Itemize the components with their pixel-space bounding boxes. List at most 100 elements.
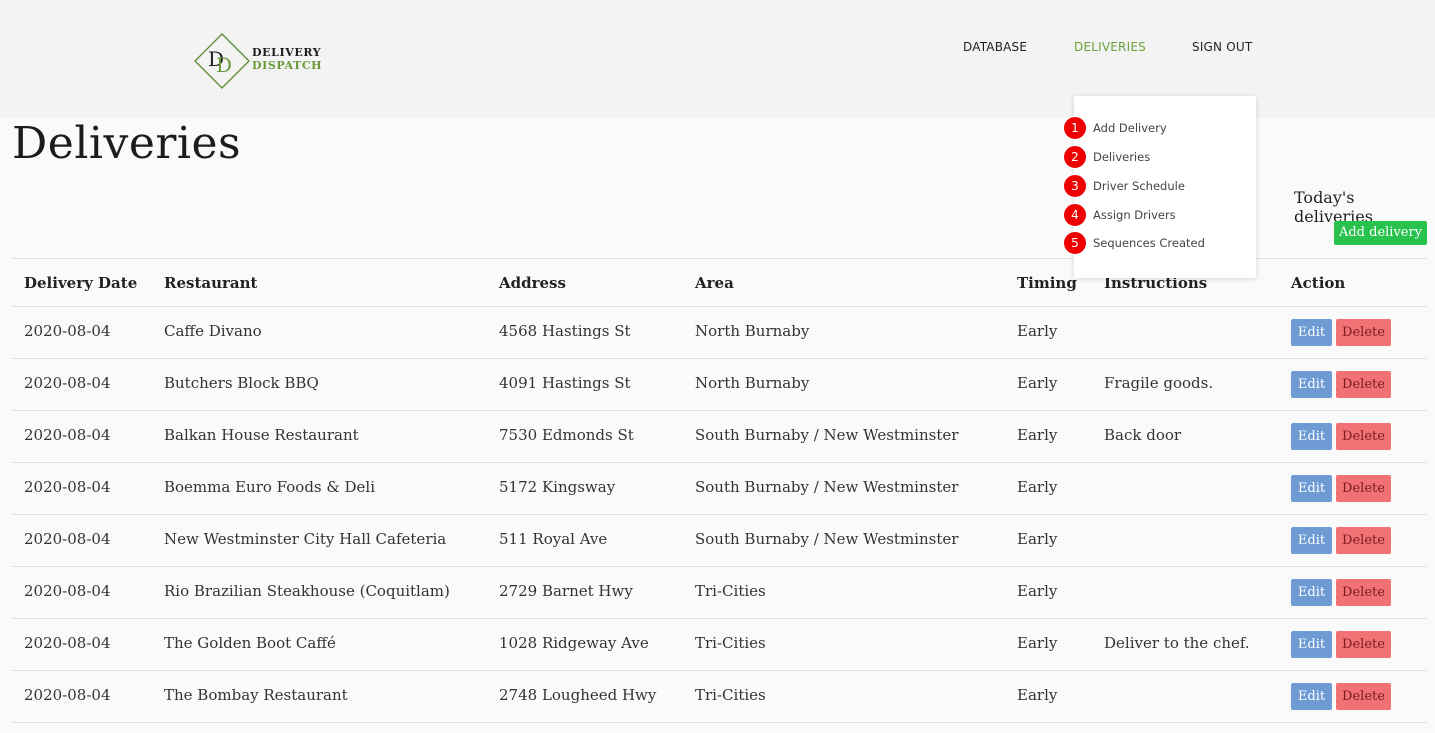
- number-badge: 3: [1063, 174, 1087, 198]
- cell-timing: Early: [1017, 426, 1058, 444]
- delete-button[interactable]: Delete: [1336, 475, 1391, 502]
- cell-restaurant: Rio Brazilian Steakhouse (Coquitlam): [164, 582, 450, 600]
- edit-button[interactable]: Edit: [1291, 475, 1332, 502]
- edit-button[interactable]: Edit: [1291, 683, 1332, 710]
- menu-item-deliveries[interactable]: 2 Deliveries: [1063, 144, 1256, 170]
- delete-button[interactable]: Delete: [1336, 319, 1391, 346]
- nav-sign-out[interactable]: SIGN OUT: [1192, 40, 1252, 54]
- cell-area: Tri-Cities: [695, 634, 766, 652]
- delete-button[interactable]: Delete: [1336, 631, 1391, 658]
- page-title: Deliveries: [12, 118, 242, 169]
- cell-date: 2020-08-04: [24, 478, 111, 496]
- menu-item-label: Deliveries: [1093, 150, 1151, 164]
- cell-address: 5172 Kingsway: [499, 478, 616, 496]
- cell-restaurant: The Golden Boot Caffé: [164, 634, 336, 652]
- cell-area: South Burnaby / New Westminster: [695, 530, 959, 548]
- table-row: 2020-08-04 The Bombay Restaurant 2748 Lo…: [12, 671, 1427, 723]
- menu-item-label: Add Delivery: [1093, 121, 1167, 135]
- cell-date: 2020-08-04: [24, 374, 111, 392]
- cell-timing: Early: [1017, 686, 1058, 704]
- cell-date: 2020-08-04: [24, 686, 111, 704]
- delete-button[interactable]: Delete: [1336, 423, 1391, 450]
- menu-item-label: Sequences Created: [1093, 236, 1205, 250]
- cell-address: 4568 Hastings St: [499, 322, 631, 340]
- cell-address: 7530 Edmonds St: [499, 426, 634, 444]
- col-header-address: Address: [499, 274, 566, 292]
- cell-address: 2748 Lougheed Hwy: [499, 686, 657, 704]
- cell-restaurant: Balkan House Restaurant: [164, 426, 359, 444]
- number-badge: 5: [1063, 231, 1087, 255]
- cell-date: 2020-08-04: [24, 530, 111, 548]
- cell-area: Tri-Cities: [695, 686, 766, 704]
- cell-instructions: Fragile goods.: [1104, 374, 1214, 392]
- table-row: 2020-08-04 Rio Brazilian Steakhouse (Coq…: [12, 567, 1427, 619]
- edit-button[interactable]: Edit: [1291, 527, 1332, 554]
- delete-button[interactable]: Delete: [1336, 371, 1391, 398]
- cell-date: 2020-08-04: [24, 634, 111, 652]
- cell-instructions: Deliver to the chef.: [1104, 634, 1250, 652]
- cell-timing: Early: [1017, 374, 1058, 392]
- table-row: 2020-08-04 The Golden Boot Caffé 1028 Ri…: [12, 619, 1427, 671]
- menu-item-assign-drivers[interactable]: 4 Assign Drivers: [1063, 202, 1256, 228]
- col-header-area: Area: [695, 274, 734, 292]
- svg-text:D: D: [216, 53, 232, 77]
- cell-area: South Burnaby / New Westminster: [695, 426, 959, 444]
- brand-logo[interactable]: D D DELIVERY DISPATCH: [194, 33, 324, 89]
- cell-timing: Early: [1017, 582, 1058, 600]
- cell-address: 4091 Hastings St: [499, 374, 631, 392]
- number-badge: 2: [1063, 145, 1087, 169]
- cell-area: North Burnaby: [695, 374, 810, 392]
- table-row: 2020-08-04 Butchers Block BBQ 4091 Hasti…: [12, 359, 1427, 411]
- brand-line-2: DISPATCH: [252, 59, 323, 72]
- cell-restaurant: Boemma Euro Foods & Deli: [164, 478, 376, 496]
- delete-button[interactable]: Delete: [1336, 527, 1391, 554]
- number-badge: 4: [1063, 203, 1087, 227]
- logo-diamond-icon: D D: [194, 33, 250, 89]
- menu-item-driver-schedule[interactable]: 3 Driver Schedule: [1063, 173, 1256, 199]
- edit-button[interactable]: Edit: [1291, 319, 1332, 346]
- brand-wordmark: DELIVERY DISPATCH: [252, 46, 322, 72]
- deliveries-table: Delivery Date Restaurant Address Area Ti…: [12, 258, 1427, 723]
- menu-item-sequences-created[interactable]: 5 Sequences Created: [1063, 230, 1256, 256]
- cell-address: 2729 Barnet Hwy: [499, 582, 633, 600]
- cell-date: 2020-08-04: [24, 322, 111, 340]
- cell-timing: Early: [1017, 530, 1058, 548]
- menu-item-label: Driver Schedule: [1093, 179, 1185, 193]
- table-row: 2020-08-04 New Westminster City Hall Caf…: [12, 515, 1427, 567]
- edit-button[interactable]: Edit: [1291, 631, 1332, 658]
- cell-area: South Burnaby / New Westminster: [695, 478, 959, 496]
- edit-button[interactable]: Edit: [1291, 371, 1332, 398]
- cell-timing: Early: [1017, 634, 1058, 652]
- menu-item-add-delivery[interactable]: 1 Add Delivery: [1063, 115, 1256, 141]
- nav-deliveries[interactable]: DELIVERIES: [1074, 40, 1146, 54]
- col-header-restaurant: Restaurant: [164, 274, 258, 292]
- table-row: 2020-08-04 Boemma Euro Foods & Deli 5172…: [12, 463, 1427, 515]
- delete-button[interactable]: Delete: [1336, 683, 1391, 710]
- cell-timing: Early: [1017, 322, 1058, 340]
- cell-address: 1028 Ridgeway Ave: [499, 634, 649, 652]
- add-delivery-button[interactable]: Add delivery: [1334, 221, 1427, 245]
- cell-address: 511 Royal Ave: [499, 530, 608, 548]
- col-header-date: Delivery Date: [24, 274, 138, 292]
- table-row: 2020-08-04 Balkan House Restaurant 7530 …: [12, 411, 1427, 463]
- edit-button[interactable]: Edit: [1291, 579, 1332, 606]
- col-header-action: Action: [1291, 274, 1346, 292]
- deliveries-dropdown-menu: 1 Add Delivery 2 Deliveries 3 Driver Sch…: [1063, 96, 1256, 278]
- menu-item-label: Assign Drivers: [1093, 208, 1176, 222]
- cell-date: 2020-08-04: [24, 582, 111, 600]
- nav-database[interactable]: DATABASE: [963, 40, 1027, 54]
- table-row: 2020-08-04 Caffe Divano 4568 Hastings St…: [12, 307, 1427, 359]
- brand-line-1: DELIVERY: [252, 46, 322, 59]
- cell-restaurant: New Westminster City Hall Cafeteria: [164, 530, 447, 548]
- cell-area: Tri-Cities: [695, 582, 766, 600]
- cell-timing: Early: [1017, 478, 1058, 496]
- cell-instructions: Back door: [1104, 426, 1182, 444]
- edit-button[interactable]: Edit: [1291, 423, 1332, 450]
- col-header-timing: Timing: [1017, 274, 1077, 292]
- cell-restaurant: The Bombay Restaurant: [164, 686, 348, 704]
- delete-button[interactable]: Delete: [1336, 579, 1391, 606]
- cell-restaurant: Butchers Block BBQ: [164, 374, 319, 392]
- cell-restaurant: Caffe Divano: [164, 322, 262, 340]
- number-badge: 1: [1063, 116, 1087, 140]
- cell-area: North Burnaby: [695, 322, 810, 340]
